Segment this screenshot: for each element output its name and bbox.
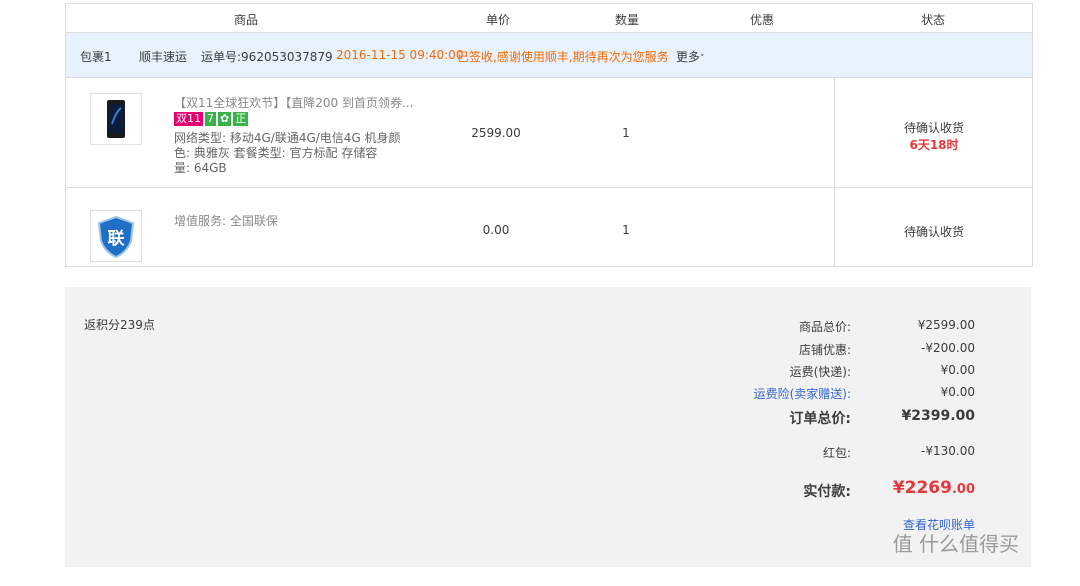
header-unit-price: 单价 xyxy=(486,13,511,27)
more-label: 更多 xyxy=(676,50,701,64)
shop-discount-row: 店铺优惠: -¥200.00 xyxy=(735,341,975,361)
spec-line: 网络类型: 移动4G/联通4G/电信4G 机身颜 xyxy=(174,131,401,145)
item-price: 0.00 xyxy=(482,223,510,237)
insurance-link[interactable]: 运费险(卖家赠送): xyxy=(754,385,851,402)
package-carrier: 顺丰速运 xyxy=(139,50,188,64)
status-cell: 待确认收货 6天18时 xyxy=(834,78,1033,187)
more-dropdown[interactable]: 更多˅ xyxy=(676,48,705,65)
insurance-row: 运费险(卖家赠送): ¥0.00 xyxy=(735,385,975,405)
flower-badge-icon: ✿ xyxy=(218,111,232,126)
table-row: 联 增值服务: 全国联保 0.00 1 待确认收货 xyxy=(66,188,1032,267)
header-discount: 优惠 xyxy=(750,13,775,27)
shop-discount-label: 店铺优惠: xyxy=(798,343,851,357)
package-message: 已签收,感谢使用顺丰,期待再次为您服务 xyxy=(457,50,669,64)
shipping-label: 运费(快递): xyxy=(789,365,851,379)
badge-group: 双11 7 ✿ 正 xyxy=(174,111,250,127)
paid-row: 实付款: ¥2269.00 xyxy=(735,478,975,502)
spec-line: 量: 64GB xyxy=(174,161,227,175)
package-bar: 包裹1 顺丰速运 运单号:962053037879 2016-11-15 09:… xyxy=(66,33,1032,78)
header-product: 商品 xyxy=(234,13,259,27)
goods-total-row: 商品总价: ¥2599.00 xyxy=(735,318,975,338)
red-packet-row: 红包: -¥130.00 xyxy=(735,444,975,464)
order-total-value: ¥2399.00 xyxy=(901,408,975,424)
seven-day-return-badge: 7 xyxy=(205,111,216,126)
goods-total-value: ¥2599.00 xyxy=(917,318,975,332)
order-table: 商品 单价 数量 优惠 状态 包裹1 顺丰速运 运单号:962053037879… xyxy=(65,3,1033,267)
points-text: 返积分239点 xyxy=(84,318,155,332)
phone-icon xyxy=(107,100,125,138)
red-packet-value: -¥130.00 xyxy=(921,444,975,458)
shield-text: 联 xyxy=(108,229,125,249)
paid-value: ¥2269.00 xyxy=(893,478,975,498)
package-time: 2016-11-15 09:40:00 xyxy=(336,48,464,62)
package-tracking: 运单号:962053037879 xyxy=(201,50,333,64)
countdown-text: 6天18时 xyxy=(909,138,959,152)
header-quantity: 数量 xyxy=(615,13,640,27)
item-title-link[interactable]: 【双11全球狂欢节】【直降200 到首页领券... xyxy=(174,94,424,111)
spec-line: 色: 典雅灰 套餐类型: 官方标配 存储容 xyxy=(174,146,378,160)
shield-thumbnail[interactable]: 联 xyxy=(90,210,142,262)
shipping-value: ¥0.00 xyxy=(940,363,975,377)
red-packet-label: 红包: xyxy=(822,446,851,460)
status-cell: 待确认收货 xyxy=(834,188,1033,266)
insurance-value: ¥0.00 xyxy=(940,385,975,399)
shipping-row: 运费(快递): ¥0.00 xyxy=(735,363,975,383)
table-header: 商品 单价 数量 优惠 状态 xyxy=(66,4,1032,33)
double11-badge: 双11 xyxy=(174,111,203,126)
goods-total-label: 商品总价: xyxy=(798,320,851,334)
order-total-row: 订单总价: ¥2399.00 xyxy=(735,408,975,428)
paid-label: 实付款: xyxy=(803,484,851,500)
item-specs: 网络类型: 移动4G/联通4G/电信4G 机身颜 色: 典雅灰 套餐类型: 官方… xyxy=(174,131,404,176)
service-title[interactable]: 增值服务: 全国联保 xyxy=(174,212,278,229)
item-price: 2599.00 xyxy=(471,126,521,140)
table-row: 【双11全球狂欢节】【直降200 到首页领券... 双11 7 ✿ 正 网络类型: 移… xyxy=(66,78,1032,188)
item-status: 待确认收货 xyxy=(903,225,964,239)
genuine-badge: 正 xyxy=(233,111,249,126)
chevron-down-icon: ˅ xyxy=(700,54,705,64)
watermark-logo: 值 什么值得买 xyxy=(892,532,1019,556)
phone-thumbnail[interactable] xyxy=(90,93,142,145)
header-status: 状态 xyxy=(921,13,946,27)
shop-discount-value: -¥200.00 xyxy=(921,341,975,355)
item-qty: 1 xyxy=(622,223,630,237)
paid-decimal: .00 xyxy=(951,482,975,497)
order-total-label: 订单总价: xyxy=(789,411,851,427)
package-name: 包裹1 xyxy=(80,50,112,64)
shield-icon: 联 xyxy=(97,215,135,259)
item-qty: 1 xyxy=(622,126,630,140)
paid-main: ¥2269 xyxy=(892,478,952,498)
order-summary: 返积分239点 商品总价: ¥2599.00 店铺优惠: -¥200.00 运费… xyxy=(65,287,1031,567)
item-status: 待确认收货 xyxy=(903,121,964,135)
